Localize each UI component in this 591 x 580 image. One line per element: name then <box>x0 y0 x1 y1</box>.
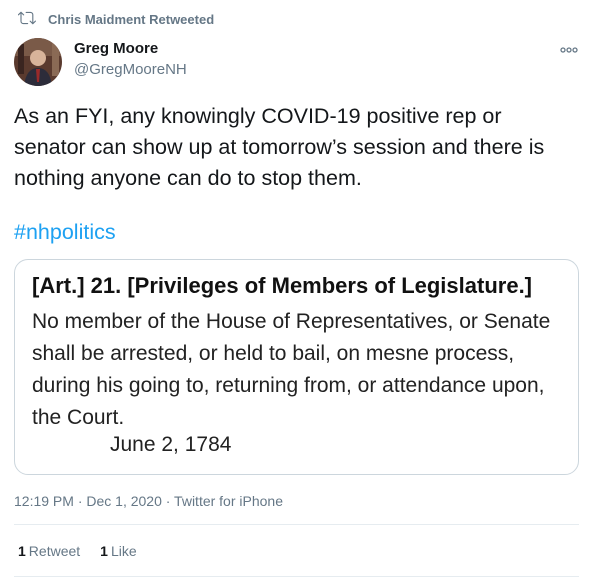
engagement-stats: 1 Retweet 1 Like <box>18 543 157 559</box>
image-date: June 2, 1784 <box>110 433 232 456</box>
author-name[interactable]: Greg Moore <box>74 40 158 57</box>
retweets-count: 1 <box>18 543 26 559</box>
author-handle[interactable]: @GregMooreNH <box>74 61 187 78</box>
likes-label: Like <box>110 543 137 559</box>
image-heading: [Art.] 21. [Privileges of Members of Leg… <box>32 273 533 298</box>
retweet-banner-text[interactable]: Chris Maidment Retweeted <box>48 12 214 27</box>
retweet-icon <box>17 9 48 30</box>
likes-stat[interactable]: 1 Like <box>100 543 136 559</box>
tweet-meta[interactable]: 12:19 PM · Dec 1, 2020 · Twitter for iPh… <box>14 493 283 509</box>
retweets-stat[interactable]: 1 Retweet <box>18 543 80 559</box>
tweet-body: As an FYI, any knowingly COVID-19 positi… <box>14 104 545 190</box>
divider <box>14 576 579 577</box>
retweet-banner[interactable]: Chris Maidment Retweeted <box>17 9 214 30</box>
avatar[interactable] <box>14 38 62 86</box>
hashtag-link[interactable]: #nhpolitics <box>14 220 116 245</box>
retweets-label: Retweet <box>28 543 81 559</box>
image-body-text: No member of the House of Representative… <box>32 310 551 429</box>
tweet-image[interactable]: [Art.] 21. [Privileges of Members of Leg… <box>14 259 579 475</box>
tweet-text: As an FYI, any knowingly COVID-19 positi… <box>14 101 579 194</box>
more-options-icon[interactable] <box>559 40 579 60</box>
divider <box>14 524 579 525</box>
likes-count: 1 <box>100 543 108 559</box>
